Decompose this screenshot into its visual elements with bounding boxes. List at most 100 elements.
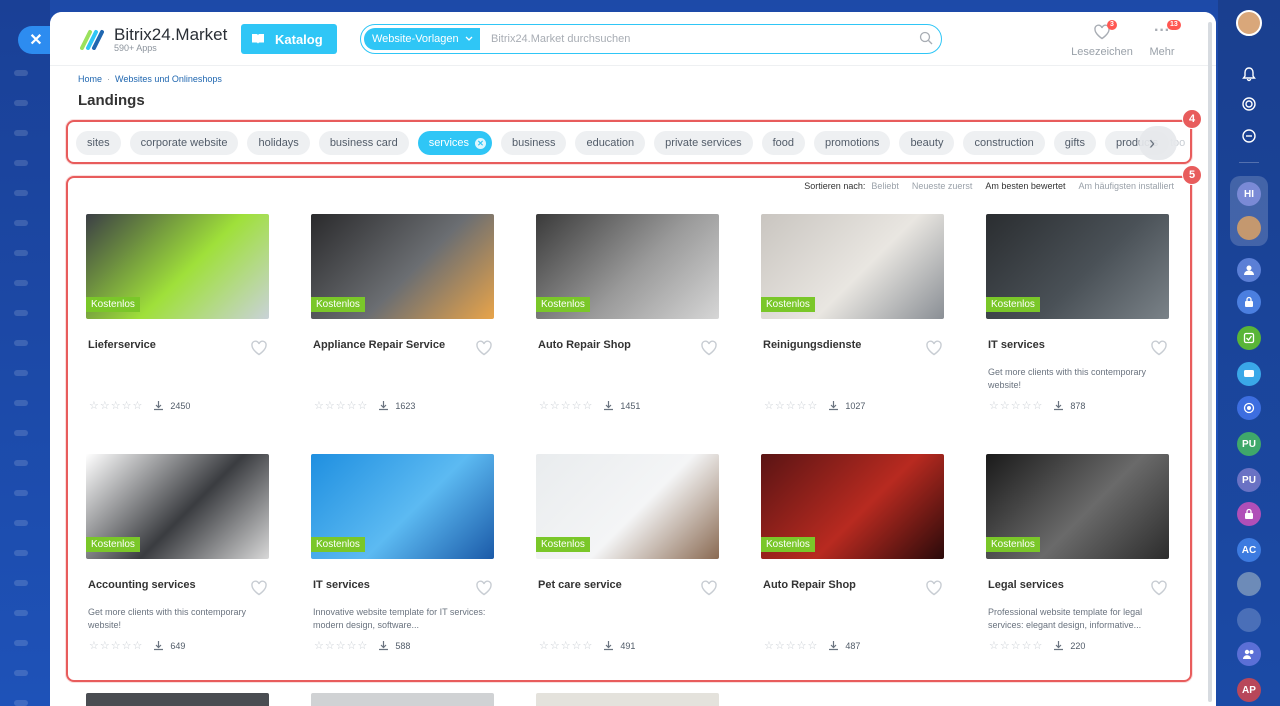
template-card[interactable]: Kostenlos Auto Repair Shop ☆☆☆☆☆ 1451 bbox=[536, 214, 719, 412]
tag-remove-icon[interactable]: ✕ bbox=[475, 137, 487, 149]
panel-scrollbar[interactable] bbox=[1208, 22, 1212, 702]
template-meta: ☆☆☆☆☆ 487 bbox=[764, 639, 860, 652]
template-card[interactable]: Kostenlos Legal services Professional webs… bbox=[986, 454, 1169, 652]
users-icon[interactable] bbox=[1237, 642, 1261, 666]
template-preview-image[interactable]: Kostenlos bbox=[86, 214, 269, 319]
template-name[interactable]: Accounting services bbox=[88, 579, 238, 591]
template-meta: ☆☆☆☆☆ 220 bbox=[989, 639, 1085, 652]
brand-title[interactable]: Bitrix24.Market bbox=[114, 25, 227, 45]
template-card[interactable]: Kostenlos Pet care service ☆☆☆☆☆ 491 bbox=[536, 454, 719, 652]
search-scope-select[interactable]: Website-Vorlagen bbox=[364, 28, 480, 50]
template-preview-peek[interactable] bbox=[311, 693, 494, 706]
lock-icon[interactable] bbox=[1237, 290, 1261, 314]
tags-scroll-next-button[interactable]: › bbox=[1139, 126, 1177, 160]
template-card[interactable]: Kostenlos Accounting services Get more cli… bbox=[86, 454, 269, 652]
template-preview-peek[interactable] bbox=[86, 693, 269, 706]
tag-holidays[interactable]: holidays bbox=[247, 131, 310, 155]
sort-option[interactable]: Neueste zuerst bbox=[912, 181, 973, 191]
template-name[interactable]: Lieferservice bbox=[88, 339, 238, 351]
template-preview-image[interactable]: Kostenlos bbox=[311, 214, 494, 319]
bell-icon[interactable] bbox=[1237, 62, 1261, 86]
tag-promotions[interactable]: promotions bbox=[814, 131, 891, 155]
template-card[interactable]: Kostenlos Appliance Repair Service ☆☆☆☆☆ 16… bbox=[311, 214, 494, 412]
katalog-button[interactable]: Katalog bbox=[241, 24, 337, 54]
search-input[interactable] bbox=[491, 28, 911, 50]
tag-food[interactable]: food bbox=[761, 131, 806, 155]
bookmark-heart-icon[interactable] bbox=[925, 340, 943, 356]
template-name[interactable]: IT services bbox=[988, 339, 1138, 351]
sidebar-contact-ac[interactable]: AC bbox=[1237, 538, 1261, 562]
tag-sites[interactable]: sites bbox=[76, 131, 121, 155]
portal-menu-stub bbox=[14, 280, 28, 286]
tag-services[interactable]: services ✕ bbox=[417, 131, 493, 155]
template-preview-image[interactable]: Kostenlos bbox=[536, 454, 719, 559]
search-chat-icon[interactable] bbox=[1237, 124, 1261, 148]
template-name[interactable]: Legal services bbox=[988, 579, 1138, 591]
bookmark-heart-icon[interactable] bbox=[1150, 340, 1168, 356]
tag-label: business bbox=[512, 137, 556, 149]
template-card[interactable]: Kostenlos Auto Repair Shop ☆☆☆☆☆ 487 bbox=[761, 454, 944, 652]
template-preview-image[interactable]: Kostenlos bbox=[761, 214, 944, 319]
bookmark-heart-icon[interactable] bbox=[475, 340, 493, 356]
template-name[interactable]: Pet care service bbox=[538, 579, 688, 591]
bookmark-heart-icon[interactable] bbox=[250, 580, 268, 596]
circle-target-icon[interactable] bbox=[1237, 396, 1261, 420]
bookmark-heart-icon[interactable] bbox=[475, 580, 493, 596]
template-preview-image[interactable]: Kostenlos bbox=[86, 454, 269, 559]
sort-option[interactable]: Beliebt bbox=[871, 181, 899, 191]
tag-business-card[interactable]: business card bbox=[318, 131, 409, 155]
tag-construction[interactable]: construction bbox=[963, 131, 1045, 155]
user-avatar[interactable] bbox=[1236, 10, 1262, 36]
template-card[interactable]: Kostenlos Reinigungsdienste ☆☆☆☆☆ 1027 bbox=[761, 214, 944, 412]
tag-education[interactable]: education bbox=[575, 131, 646, 155]
template-preview-image[interactable]: Kostenlos bbox=[536, 214, 719, 319]
task-icon[interactable] bbox=[1237, 326, 1261, 350]
tag-corporate-website[interactable]: corporate website bbox=[129, 131, 239, 155]
sidebar-contact-hi[interactable]: HI bbox=[1237, 182, 1261, 206]
target-icon[interactable] bbox=[1237, 92, 1261, 116]
sort-option[interactable]: Am häufigsten installiert bbox=[1078, 181, 1174, 191]
sort-option[interactable]: Am besten bewertet bbox=[985, 181, 1065, 191]
group-avatar-icon[interactable] bbox=[1237, 572, 1261, 596]
tag-gifts[interactable]: gifts bbox=[1053, 131, 1096, 155]
template-meta: ☆☆☆☆☆ 1451 bbox=[539, 399, 640, 412]
more-button[interactable]: ··· 13 Mehr bbox=[1127, 20, 1197, 60]
template-card[interactable]: Kostenlos IT services Get more clients wit… bbox=[986, 214, 1169, 412]
template-preview-image[interactable]: Kostenlos bbox=[986, 454, 1169, 559]
sidebar-contact-pu-1[interactable]: PU bbox=[1237, 432, 1261, 456]
template-name[interactable]: Appliance Repair Service bbox=[313, 339, 463, 351]
template-preview-image[interactable]: Kostenlos bbox=[311, 454, 494, 559]
bookmarks-badge: 3 bbox=[1107, 20, 1117, 30]
close-slider-button[interactable]: ✕ bbox=[18, 26, 54, 54]
template-card[interactable]: Kostenlos IT services Innovative website t… bbox=[311, 454, 494, 652]
portal-menu-stub bbox=[14, 400, 28, 406]
template-preview-image[interactable]: Kostenlos bbox=[761, 454, 944, 559]
lock-chat-icon[interactable] bbox=[1237, 502, 1261, 526]
tag-label: education bbox=[586, 137, 635, 149]
bookmark-heart-icon[interactable] bbox=[250, 340, 268, 356]
bookmark-heart-icon[interactable] bbox=[925, 580, 943, 596]
tag-business[interactable]: business bbox=[501, 131, 567, 155]
bookmark-heart-icon[interactable] bbox=[1150, 580, 1168, 596]
template-name[interactable]: Auto Repair Shop bbox=[763, 579, 913, 591]
bookmark-heart-icon[interactable] bbox=[700, 580, 718, 596]
group-chat-icon[interactable] bbox=[1237, 608, 1261, 632]
template-preview-peek[interactable] bbox=[536, 693, 719, 706]
team-icon[interactable] bbox=[1237, 258, 1261, 282]
breadcrumb-section[interactable]: Websites und Onlineshops bbox=[115, 74, 222, 84]
tag-beauty[interactable]: beauty bbox=[899, 131, 955, 155]
chat-icon[interactable] bbox=[1237, 362, 1261, 386]
template-name[interactable]: Reinigungsdienste bbox=[763, 339, 913, 351]
sidebar-contact-pu-2[interactable]: PU bbox=[1237, 468, 1261, 492]
template-preview-image[interactable]: Kostenlos bbox=[986, 214, 1169, 319]
portal-menu-stub bbox=[14, 670, 28, 676]
tag-private-services[interactable]: private services bbox=[654, 131, 753, 155]
template-card[interactable]: Kostenlos Lieferservice ☆☆☆☆☆ 2450 bbox=[86, 214, 269, 412]
sidebar-contact-ap[interactable]: AP bbox=[1237, 678, 1261, 702]
bookmark-heart-icon[interactable] bbox=[700, 340, 718, 356]
search-icon[interactable] bbox=[919, 31, 933, 45]
breadcrumb-home[interactable]: Home bbox=[78, 74, 102, 84]
sidebar-contact-avatar[interactable] bbox=[1237, 216, 1261, 240]
template-name[interactable]: Auto Repair Shop bbox=[538, 339, 688, 351]
template-name[interactable]: IT services bbox=[313, 579, 463, 591]
